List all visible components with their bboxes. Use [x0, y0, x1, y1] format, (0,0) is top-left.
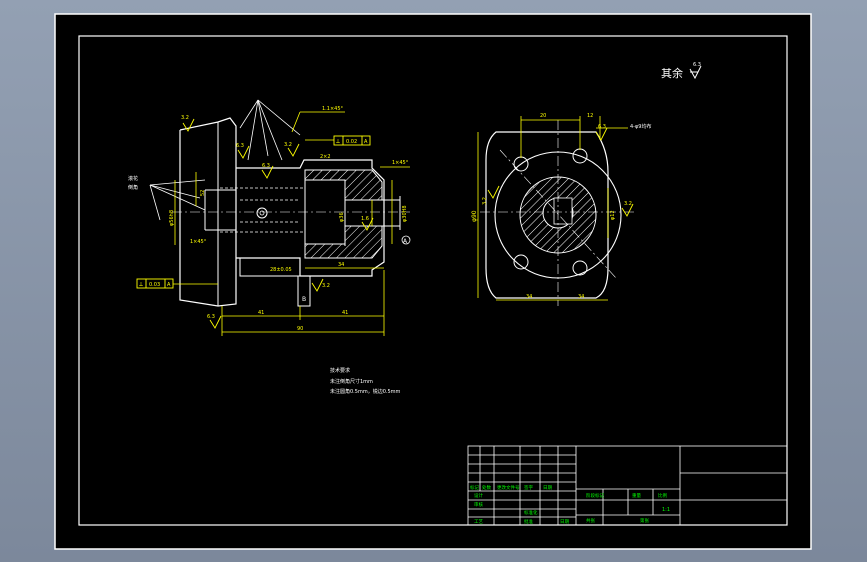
- ra-label-1: 3.2: [181, 115, 189, 121]
- dim-top-a: 20: [540, 113, 546, 119]
- tol-top-value: 0.02: [346, 139, 357, 145]
- roughness-rest-value: 6.3: [693, 62, 701, 68]
- dim-dia-left: 52: [200, 190, 206, 196]
- ra-end-1: 3.2: [482, 197, 488, 205]
- dim-overall-length: 90: [297, 326, 303, 332]
- rev-header-count: 处数: [482, 484, 491, 491]
- dim-keyway: 28±0.05: [270, 267, 292, 273]
- scale-value: 1:1: [662, 507, 670, 513]
- dim-dia-outer: φ56h8: [169, 210, 175, 226]
- process-label: 工艺: [474, 519, 483, 525]
- groove-callout: 2×2: [320, 154, 331, 160]
- rev-header-date: 日期: [543, 485, 552, 491]
- date-label: 日期: [560, 519, 569, 525]
- sheets-total-label: 共张: [586, 517, 595, 524]
- ra-label-5: 1.6: [361, 216, 369, 222]
- dim-top-b: 12: [587, 113, 593, 119]
- ra-label-3: 6.3: [262, 163, 270, 169]
- checker-label: 审核: [474, 501, 483, 508]
- roughness-rest-label: 其余: [661, 66, 683, 80]
- chamfer-left: 1×45°: [190, 239, 207, 245]
- tol-bottom-datum: A: [167, 282, 171, 288]
- tol-top-symbol: ⟂: [336, 138, 340, 145]
- standard-label: 标准化: [524, 509, 538, 516]
- note-chamfer: 倒角: [128, 184, 138, 191]
- rev-header-mark: 标记: [470, 484, 479, 491]
- ra-label-7: 6.3: [207, 314, 215, 320]
- ra-end-2: 6.3: [598, 124, 606, 130]
- dim-bottom-a: 34: [526, 294, 532, 300]
- chamfer-right: 1×45°: [392, 160, 409, 166]
- stage-mark-label: 阶段标记: [586, 492, 604, 499]
- notes-line-1: 未注倒角尺寸1mm: [330, 378, 373, 385]
- tol-top-datum: A: [364, 139, 368, 145]
- dim-hole: φ12: [610, 210, 616, 220]
- tol-bottom-value: 0.03: [149, 282, 160, 288]
- designer-label: 设计: [474, 492, 483, 499]
- dim-dia-right: φ30H8: [402, 205, 408, 222]
- chamfer-top: 1.1×45°: [322, 106, 344, 112]
- dim-len-a: 41: [258, 310, 264, 316]
- dim-end-height: φ90: [471, 210, 478, 222]
- approver-label: 批准: [524, 518, 533, 525]
- rev-header-file: 更改文件号: [497, 484, 520, 491]
- weight-label: 重量: [632, 492, 641, 499]
- ra-label-4: 3.2: [284, 142, 292, 148]
- dim-bottom-b: 34: [578, 294, 584, 300]
- notes-line-2: 未注圆角0.5mm，锐边0.5mm: [330, 388, 401, 395]
- dim-len-b: 41: [342, 310, 348, 316]
- datum-b-label: B: [302, 296, 306, 303]
- ra-end-3: 3.2: [624, 201, 632, 207]
- scale-label: 比例: [658, 492, 667, 499]
- ra-label-2: 6.3: [236, 143, 244, 149]
- notes-heading: 技术要求: [330, 367, 350, 374]
- sheet-no-label: 第张: [640, 517, 649, 524]
- rev-header-sign: 签字: [524, 484, 533, 491]
- tol-bottom-symbol: ⟂: [139, 281, 143, 288]
- drawing-canvas: 其余 6.3 滚花 倒角 3.2 6.3 6.3 3.2 1.6 3.2 6.3…: [54, 13, 812, 550]
- dim-len-c: 34: [338, 262, 344, 268]
- note-knurl: 滚花: [128, 175, 138, 182]
- note-hole-pattern: 4-φ9均布: [630, 123, 651, 130]
- cad-viewport: 其余 6.3 滚花 倒角 3.2 6.3 6.3 3.2 1.6 3.2 6.3…: [0, 0, 867, 562]
- dim-dia-bore: φ36: [339, 212, 345, 222]
- ra-label-6: 3.2: [322, 283, 330, 289]
